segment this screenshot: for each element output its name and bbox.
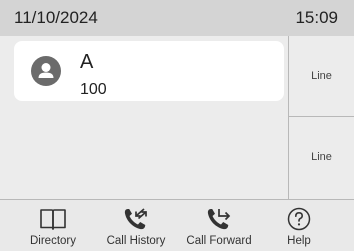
contact-number: 100 [80, 81, 107, 98]
help-button[interactable]: Help [276, 200, 322, 251]
line-key-panel: Line Line [288, 36, 354, 199]
status-bar: 11/10/2024 15:09 [0, 0, 354, 36]
softkey-bar: Directory Call History Call Forward Help [0, 199, 354, 251]
main-area: A 100 Line Line [0, 36, 354, 199]
user-avatar-icon [31, 56, 61, 86]
contact-card[interactable]: A 100 [14, 41, 284, 101]
help-icon [287, 207, 311, 231]
help-label: Help [287, 235, 311, 247]
call-history-button[interactable]: Call History [100, 200, 172, 251]
call-forward-icon [207, 209, 231, 230]
line-key-1[interactable]: Line [289, 36, 354, 117]
call-history-label: Call History [106, 235, 166, 247]
time-display: 15:09 [295, 8, 338, 27]
contact-name: A [80, 51, 94, 73]
directory-label: Directory [29, 235, 76, 247]
date-display: 11/10/2024 [14, 8, 98, 27]
line-key-label: Line [311, 70, 332, 82]
call-history-icon [124, 208, 147, 230]
line-key-2[interactable]: Line [289, 117, 354, 197]
book-icon [40, 209, 66, 230]
line-key-label: Line [311, 151, 332, 163]
call-forward-label: Call Forward [186, 235, 252, 247]
call-forward-button[interactable]: Call Forward [181, 200, 257, 251]
directory-button[interactable]: Directory [20, 200, 86, 251]
